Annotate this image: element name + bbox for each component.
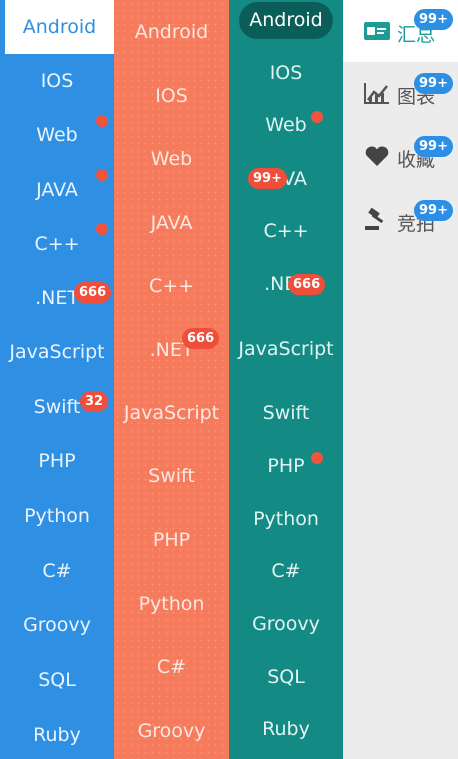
orange-item-python[interactable]: Python [114,572,229,636]
php-dot-badge [311,452,323,464]
teal-item-csharp[interactable]: C# [229,546,343,596]
teal-item-net[interactable]: .NET [229,259,343,309]
teal-item-android[interactable]: Android [229,0,343,40]
heart-icon [365,146,389,166]
favorites-count-badge: 99+ [414,136,453,157]
orange-item-web[interactable]: Web [114,127,229,191]
java-count-badge: 99+ [248,168,287,189]
net-count-badge: 666 [74,282,112,303]
blue-item-ios[interactable]: IOS [0,54,114,108]
teal-item-web[interactable]: Web [229,100,343,150]
orange-item-php[interactable]: PHP [114,508,229,572]
orange-item-javascript[interactable]: JavaScript [114,381,229,445]
teal-item-ios[interactable]: IOS [229,48,343,98]
cpp-dot-badge [96,223,108,235]
orange-item-swift[interactable]: Swift [114,444,229,508]
teal-item-javascript[interactable]: JavaScript [229,318,343,380]
net-count-badge: 666 [182,328,220,349]
orange-tab-column: Android IOS Web JAVA C++ .NET JavaScript… [114,0,229,759]
web-dot-badge [96,115,108,127]
summary-count-badge: 99+ [414,9,453,30]
teal-item-groovy[interactable]: Groovy [229,599,343,649]
teal-item-cpp[interactable]: C++ [229,206,343,256]
auction-count-badge: 99+ [414,200,453,221]
orange-item-java[interactable]: JAVA [114,191,229,255]
teal-item-python[interactable]: Python [229,494,343,544]
gavel-icon [365,208,384,230]
orange-item-android[interactable]: Android [114,0,229,64]
blue-item-groovy[interactable]: Groovy [0,598,114,652]
blue-item-android[interactable]: Android [5,0,114,54]
swift-count-badge: 32 [80,391,109,412]
orange-item-ios[interactable]: IOS [114,64,229,128]
java-dot-badge [96,169,108,181]
blue-item-php[interactable]: PHP [0,434,114,488]
teal-item-sql[interactable]: SQL [229,652,343,702]
blue-item-sql[interactable]: SQL [0,653,114,707]
id-card-icon [364,22,390,40]
blue-tab-column: Android IOS Web JAVA C++ .NET JavaScript… [0,0,114,759]
chart-count-badge: 99+ [414,73,453,94]
net-count-badge: 666 [288,274,326,295]
web-dot-badge [311,111,323,123]
teal-tab-column: Android IOS Web JAVA C++ .NET JavaScript… [229,0,343,759]
chart-icon [364,83,389,104]
blue-item-python[interactable]: Python [0,489,114,543]
orange-item-csharp[interactable]: C# [114,635,229,699]
teal-item-swift[interactable]: Swift [229,388,343,438]
orange-item-groovy[interactable]: Groovy [114,699,229,759]
teal-item-ruby[interactable]: Ruby [229,704,343,754]
blue-item-csharp[interactable]: C# [0,544,114,598]
teal-item-php[interactable]: PHP [229,441,343,491]
icon-tab-column: 汇总 图表 收藏 竞拍 99+ 99+ 99+ 99+ [343,0,458,759]
blue-item-javascript[interactable]: JavaScript [0,325,114,379]
blue-item-ruby[interactable]: Ruby [0,708,114,759]
orange-item-cpp[interactable]: C++ [114,254,229,318]
